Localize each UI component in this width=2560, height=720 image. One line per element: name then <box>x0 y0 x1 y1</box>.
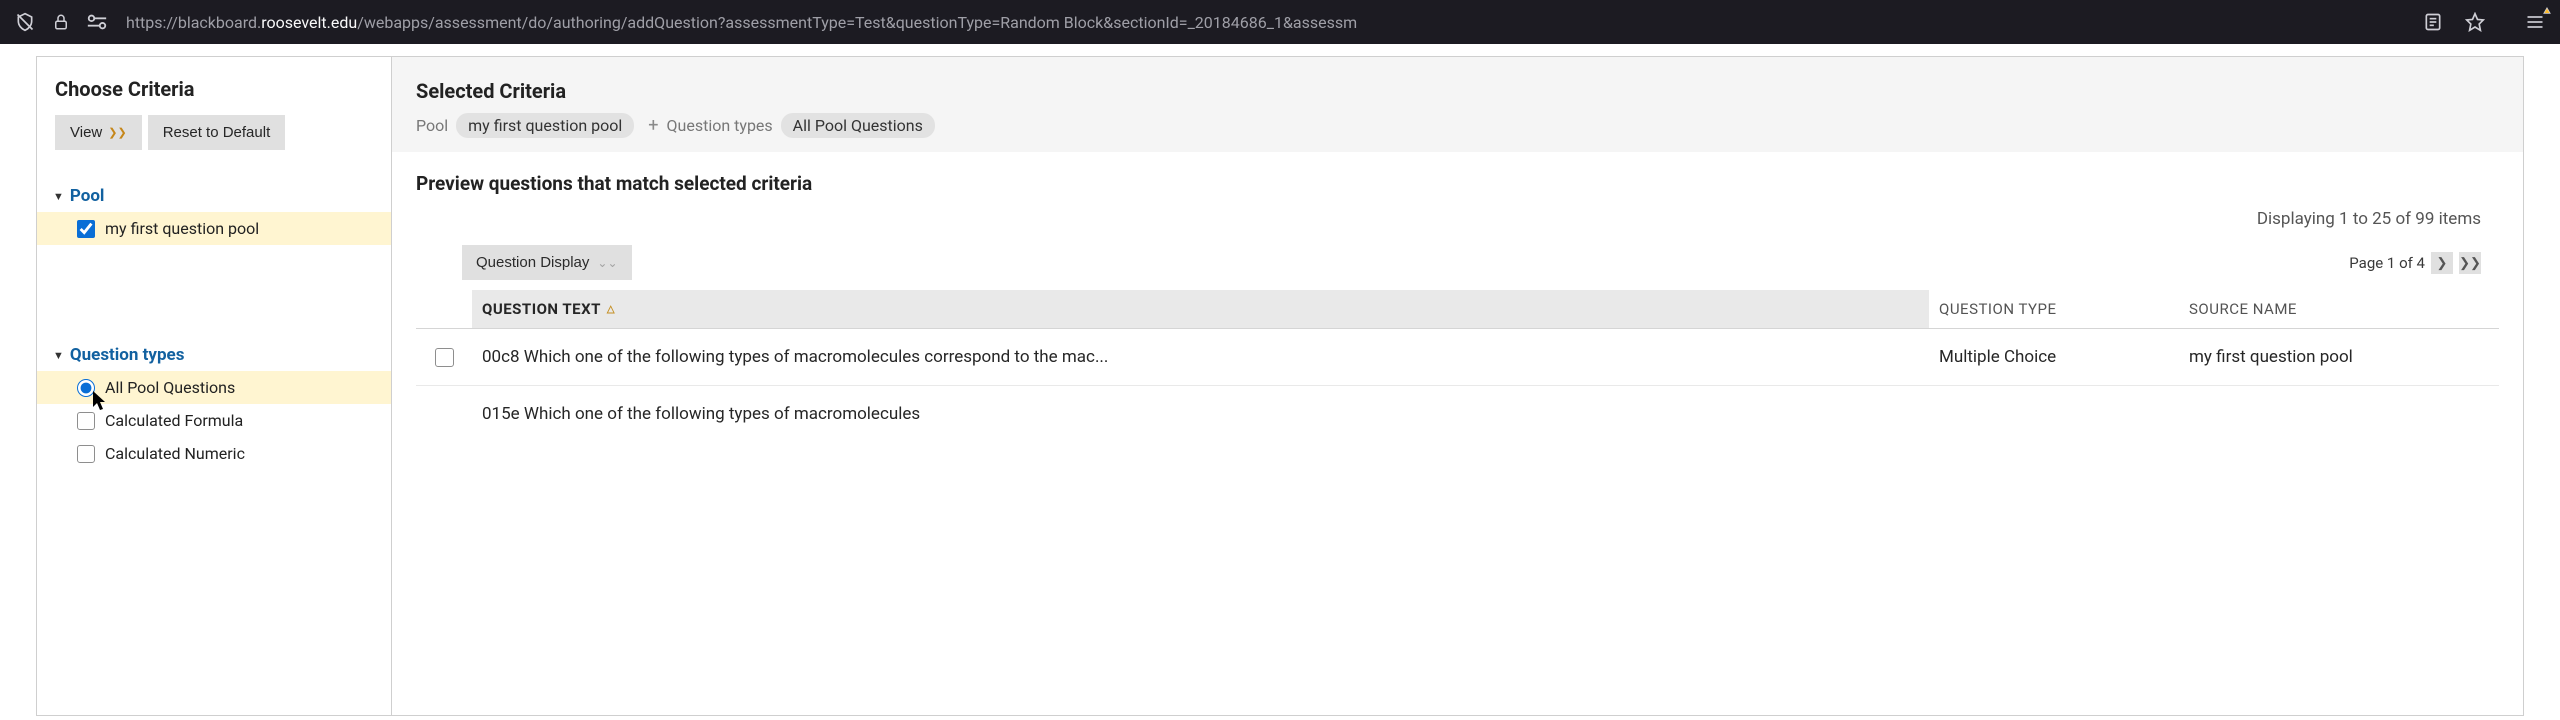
qtype-label-calc-formula: Calculated Formula <box>105 411 243 430</box>
url-prefix: https://blackboard. <box>126 13 261 32</box>
page-info: Page 1 of 4 <box>2349 254 2425 272</box>
qtype-checkbox-calc-formula[interactable] <box>77 412 95 430</box>
col-source-name[interactable]: SOURCE NAME <box>2179 290 2499 328</box>
sidebar: Choose Criteria View ❯❯ Reset to Default… <box>37 57 392 715</box>
qtypes-section-label: Question types <box>70 345 185 365</box>
triangle-down-icon: ▼ <box>53 349 64 362</box>
preview-title: Preview questions that match selected cr… <box>416 172 2499 195</box>
pool-pill-label: Pool <box>416 116 448 135</box>
qtype-label-calc-numeric: Calculated Numeric <box>105 444 245 463</box>
col-question-text-label: QUESTION TEXT <box>482 300 601 318</box>
table-controls: Question Display ⌄⌄ Page 1 of 4 ❯ ❯❯ <box>416 245 2499 290</box>
criteria-panel: Choose Criteria View ❯❯ Reset to Default… <box>36 56 2524 716</box>
table-head: QUESTION TEXT △ QUESTION TYPE SOURCE NAM… <box>416 290 2499 329</box>
qtypes-pill-label: Question types <box>667 116 773 135</box>
menu-icon[interactable] <box>2522 9 2548 35</box>
qtype-item-calc-formula[interactable]: Calculated Formula <box>37 404 391 437</box>
qtype-item-calc-numeric[interactable]: Calculated Numeric <box>37 437 391 470</box>
table-row[interactable]: 015e Which one of the following types of… <box>416 386 2499 442</box>
reset-default-button[interactable]: Reset to Default <box>148 115 286 150</box>
displaying-info: Displaying 1 to 25 of 99 items <box>416 209 2499 229</box>
criteria-pills: Pool my first question pool + Question t… <box>416 113 2499 138</box>
qtype-label-all: All Pool Questions <box>105 378 235 397</box>
row-source <box>2179 396 2499 432</box>
row-checkbox[interactable] <box>435 348 454 367</box>
view-button-label: View <box>70 124 102 141</box>
pool-item-label: my first question pool <box>105 219 259 238</box>
row-check-cell <box>416 330 472 385</box>
url-path: /webapps/assessment/do/authoring/addQues… <box>357 13 1357 32</box>
shield-off-icon[interactable] <box>12 9 38 35</box>
pool-pill[interactable]: my first question pool <box>456 113 634 138</box>
plus-icon: + <box>648 115 658 136</box>
qtypes-pill[interactable]: All Pool Questions <box>781 113 935 138</box>
col-check <box>416 290 472 328</box>
pool-section-header[interactable]: ▼ Pool <box>37 176 391 212</box>
chevron-down-icon: ❯❯ <box>108 126 126 139</box>
sidebar-title: Choose Criteria <box>37 77 391 115</box>
reset-default-label: Reset to Default <box>163 124 271 141</box>
qtypes-section-header[interactable]: ▼ Question types <box>37 335 391 371</box>
qtype-radio-all[interactable] <box>77 379 95 397</box>
view-button[interactable]: View ❯❯ <box>55 115 142 150</box>
selected-criteria-title: Selected Criteria <box>416 79 2499 103</box>
selected-criteria-header: Selected Criteria Pool my first question… <box>392 57 2523 152</box>
reader-mode-icon[interactable] <box>2420 9 2446 35</box>
questions-table: QUESTION TEXT △ QUESTION TYPE SOURCE NAM… <box>416 290 2499 442</box>
browser-address-bar: https://blackboard.roosevelt.edu/webapps… <box>0 0 2560 44</box>
row-question-type: Multiple Choice <box>1929 329 2179 385</box>
question-display-label: Question Display <box>476 254 589 271</box>
row-question-type <box>1929 396 2179 432</box>
pager-last-button[interactable]: ❯❯ <box>2459 252 2481 274</box>
settings-toggle-icon[interactable] <box>84 9 110 35</box>
col-question-text[interactable]: QUESTION TEXT △ <box>472 290 1929 328</box>
preview-section: Preview questions that match selected cr… <box>392 152 2523 442</box>
qtype-item-all[interactable]: All Pool Questions <box>37 371 391 404</box>
pager: Page 1 of 4 ❯ ❯❯ <box>2349 252 2481 274</box>
pager-next-button[interactable]: ❯ <box>2431 252 2453 274</box>
qtype-checkbox-calc-numeric[interactable] <box>77 445 95 463</box>
sidebar-toolbar: View ❯❯ Reset to Default <box>37 115 391 162</box>
pool-item[interactable]: my first question pool <box>37 212 391 245</box>
sort-asc-icon: △ <box>607 304 615 315</box>
main-panel: Selected Criteria Pool my first question… <box>392 57 2523 715</box>
browser-actions <box>2420 9 2548 35</box>
url-domain: roosevelt.edu <box>261 13 357 32</box>
pool-section-label: Pool <box>70 186 105 206</box>
col-question-type[interactable]: QUESTION TYPE <box>1929 290 2179 328</box>
row-question-text: 00c8 Which one of the following types of… <box>472 329 1929 385</box>
triangle-down-icon: ▼ <box>53 190 64 203</box>
row-source: my first question pool <box>2179 329 2499 385</box>
url-bar[interactable]: https://blackboard.roosevelt.edu/webapps… <box>120 13 2402 32</box>
page: Choose Criteria View ❯❯ Reset to Default… <box>0 44 2560 716</box>
lock-icon[interactable] <box>48 9 74 35</box>
row-check-cell <box>416 396 472 432</box>
bookmark-star-icon[interactable] <box>2462 9 2488 35</box>
row-question-text: 015e Which one of the following types of… <box>472 386 1929 442</box>
question-display-button[interactable]: Question Display ⌄⌄ <box>462 245 632 280</box>
table-row[interactable]: 00c8 Which one of the following types of… <box>416 329 2499 386</box>
chevron-down-icon: ⌄⌄ <box>597 256 617 270</box>
pool-item-checkbox[interactable] <box>77 220 95 238</box>
